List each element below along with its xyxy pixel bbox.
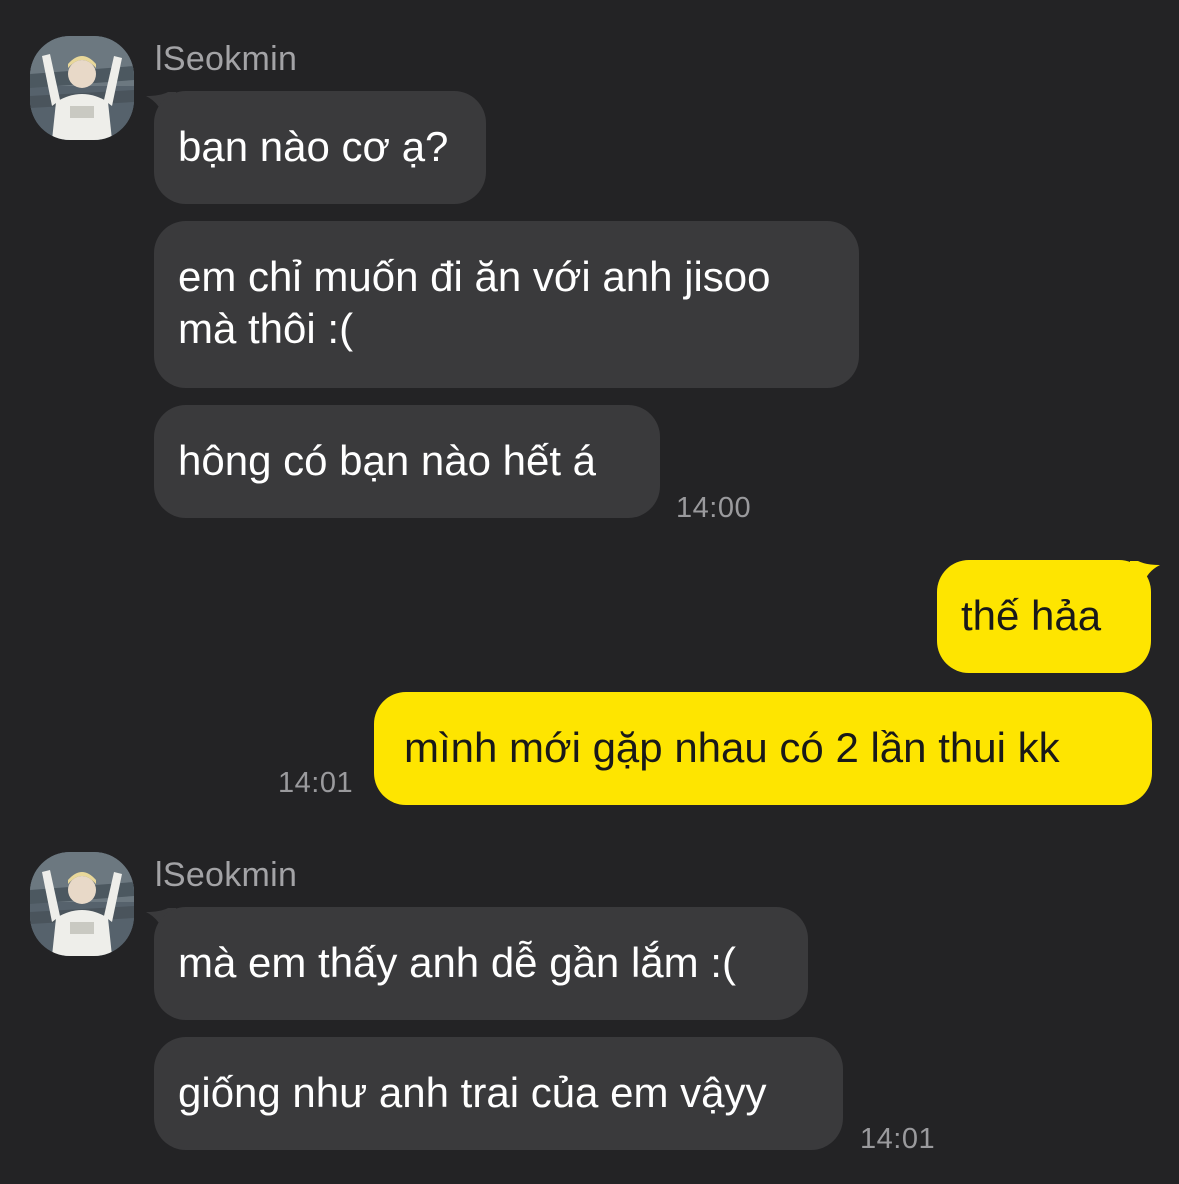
message-bubble[interactable]: em chỉ muốn đi ăn với anh jisoo mà thôi … xyxy=(154,221,859,388)
profile-photo-icon xyxy=(30,36,134,140)
message-text: mình mới gặp nhau có 2 lần thui kk xyxy=(404,724,1060,771)
message-bubble[interactable]: mình mới gặp nhau có 2 lần thui kk xyxy=(374,692,1152,805)
message-timestamp: 14:00 xyxy=(676,492,752,524)
message-text: thế hảa xyxy=(961,592,1102,639)
message-text: mà em thấy anh dễ gần lắm :( xyxy=(178,939,736,986)
message-text: em chỉ muốn đi ăn với anh jisoo mà thôi … xyxy=(178,253,771,352)
contact-avatar[interactable] xyxy=(30,36,134,140)
message-timestamp: 14:01 xyxy=(860,1123,936,1155)
sender-name: lSeokmin xyxy=(155,856,298,894)
contact-avatar[interactable] xyxy=(30,852,134,956)
chat-area: lSeokmin bạn nào cơ ạ? em chỉ muốn đi ăn… xyxy=(0,0,1179,1184)
message-bubble[interactable]: hông có bạn nào hết á xyxy=(154,405,660,518)
message-text: giống như anh trai của em vậyy xyxy=(178,1069,767,1116)
message-text: hông có bạn nào hết á xyxy=(178,437,597,484)
message-bubble[interactable]: bạn nào cơ ạ? xyxy=(154,91,486,204)
sender-name: lSeokmin xyxy=(155,40,298,78)
profile-photo-icon xyxy=(30,852,134,956)
message-text: bạn nào cơ ạ? xyxy=(178,123,449,170)
message-timestamp: 14:01 xyxy=(278,767,354,799)
message-bubble[interactable]: mà em thấy anh dễ gần lắm :( xyxy=(154,907,808,1020)
message-bubble[interactable]: giống như anh trai của em vậyy xyxy=(154,1037,843,1150)
message-bubble[interactable]: thế hảa xyxy=(937,560,1151,673)
